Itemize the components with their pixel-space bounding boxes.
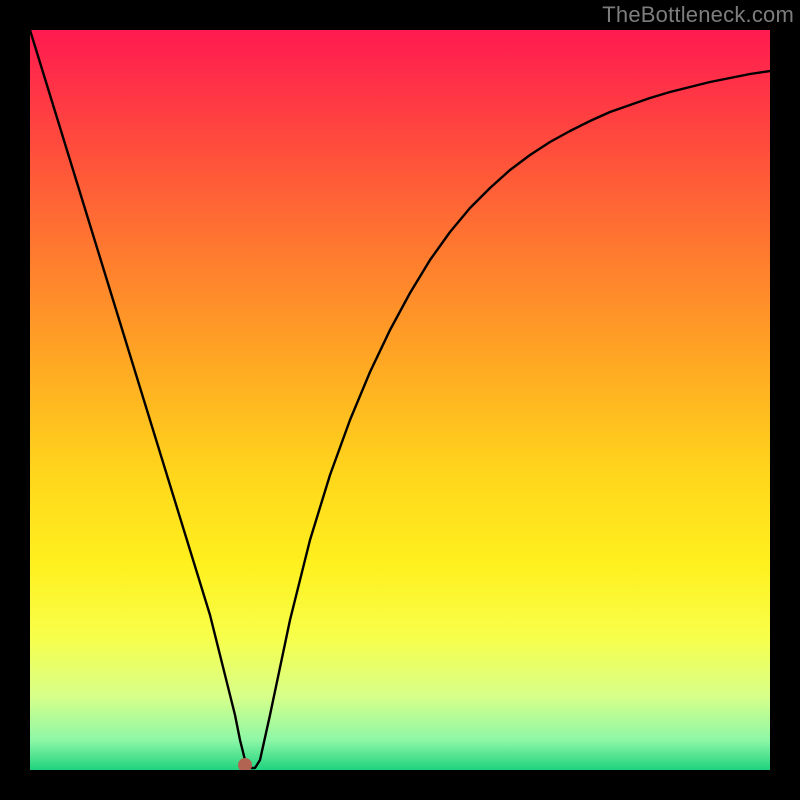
watermark-text: TheBottleneck.com (602, 2, 794, 28)
plot-svg (30, 30, 770, 770)
plot-area (30, 30, 770, 770)
chart-frame: TheBottleneck.com (0, 0, 800, 800)
gradient-background (30, 30, 770, 770)
